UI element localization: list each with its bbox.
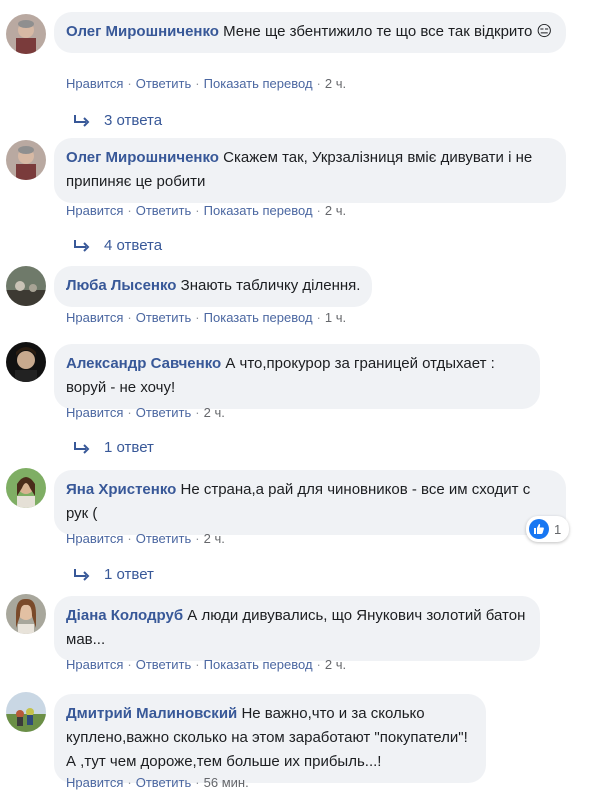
view-replies-link[interactable]: 3 ответа — [72, 112, 162, 129]
comment-timestamp[interactable]: 2 ч. — [325, 657, 346, 672]
comment-bubble: Люба Лысенко Знають табличку ділення. — [54, 266, 373, 307]
comment-text: Знають табличку ділення. — [180, 277, 361, 294]
comment-timestamp[interactable]: 2 ч. — [325, 203, 346, 218]
avatar[interactable] — [6, 468, 46, 508]
separator: · — [195, 775, 200, 790]
comment-timestamp[interactable]: 2 ч. — [204, 405, 225, 420]
like-button[interactable]: Нравится — [66, 405, 123, 420]
translate-button[interactable]: Показать перевод — [204, 203, 313, 218]
comment-actions: Нравится · Ответить · Показать перевод · 2 ч. — [66, 657, 346, 672]
separator: · — [195, 405, 200, 420]
reply-arrow-icon — [74, 239, 90, 252]
reply-button[interactable]: Ответить — [136, 405, 192, 420]
reply-button[interactable]: Ответить — [136, 531, 192, 546]
comment-timestamp[interactable]: 1 ч. — [325, 310, 346, 325]
separator: · — [127, 531, 132, 546]
separator: · — [316, 657, 321, 672]
reply-arrow-icon — [74, 441, 90, 454]
comment-timestamp[interactable]: 56 мин. — [204, 775, 249, 790]
reply-button[interactable]: Ответить — [136, 775, 192, 790]
comment-actions: Нравится · Ответить · 56 мин. — [66, 775, 249, 790]
like-button[interactable]: Нравится — [66, 775, 123, 790]
comment-timestamp[interactable]: 2 ч. — [204, 531, 225, 546]
view-replies-link[interactable]: 4 ответа — [72, 237, 162, 254]
avatar[interactable] — [6, 342, 46, 382]
comment-bubble: Дмитрий Малиновский Не важно,что и за ск… — [54, 694, 486, 783]
reaction-count: 1 — [554, 521, 562, 537]
comment-text: Мене ще збентижило те що все так відкрит… — [223, 23, 553, 40]
comment-author[interactable]: Олег Мирошниченко — [66, 23, 219, 40]
reaction-summary[interactable]: 1 — [526, 516, 570, 542]
replies-count[interactable]: 1 ответ — [104, 566, 154, 583]
replies-count[interactable]: 1 ответ — [104, 439, 154, 456]
separator: · — [195, 203, 200, 218]
comment-author[interactable]: Олег Мирошниченко — [66, 149, 219, 166]
comment-actions: Нравится · Ответить · Показать перевод · 1 ч. — [66, 310, 346, 325]
separator: · — [316, 203, 321, 218]
separator: · — [195, 531, 200, 546]
separator: · — [195, 310, 200, 325]
separator: · — [316, 76, 321, 91]
like-button[interactable]: Нравится — [66, 76, 123, 91]
reply-button[interactable]: Ответить — [136, 310, 192, 325]
translate-button[interactable]: Показать перевод — [204, 657, 313, 672]
replies-count[interactable]: 3 ответа — [104, 112, 162, 129]
avatar[interactable] — [6, 140, 46, 180]
comment-bubble: Олег Мирошниченко Мене ще збентижило те … — [54, 12, 566, 53]
view-replies-link[interactable]: 1 ответ — [72, 566, 154, 583]
separator: · — [195, 657, 200, 672]
reply-button[interactable]: Ответить — [136, 203, 192, 218]
like-button[interactable]: Нравится — [66, 657, 123, 672]
comment-actions: Нравится · Ответить · Показать перевод · 2 ч. — [66, 76, 346, 91]
separator: · — [316, 310, 321, 325]
comment-author[interactable]: Александр Савченко — [66, 355, 221, 372]
comment-author[interactable]: Діана Колодруб — [66, 607, 183, 624]
comment-bubble: Александр Савченко А что,прокурор за гра… — [54, 344, 540, 409]
reply-button[interactable]: Ответить — [136, 657, 192, 672]
avatar[interactable] — [6, 266, 46, 306]
translate-button[interactable]: Показать перевод — [204, 310, 313, 325]
separator: · — [195, 76, 200, 91]
comment-bubble: Діана Колодруб А люди дивувались, що Яну… — [54, 596, 540, 661]
separator: · — [127, 405, 132, 420]
comment-author[interactable]: Люба Лысенко — [66, 277, 176, 294]
comment-actions: Нравится · Ответить · Показать перевод · 2 ч. — [66, 203, 346, 218]
comment-actions: Нравится · Ответить · 2 ч. — [66, 405, 225, 420]
comment-author[interactable]: Яна Христенко — [66, 481, 176, 498]
translate-button[interactable]: Показать перевод — [204, 76, 313, 91]
separator: · — [127, 657, 132, 672]
reply-arrow-icon — [74, 114, 90, 127]
comment-bubble: Олег Мирошниченко Скажем так, Укрзалізни… — [54, 138, 566, 203]
comment-timestamp[interactable]: 2 ч. — [325, 76, 346, 91]
like-button[interactable]: Нравится — [66, 203, 123, 218]
replies-count[interactable]: 4 ответа — [104, 237, 162, 254]
separator: · — [127, 775, 132, 790]
view-replies-link[interactable]: 1 ответ — [72, 439, 154, 456]
separator: · — [127, 76, 132, 91]
like-reaction-icon — [529, 519, 549, 539]
avatar[interactable] — [6, 692, 46, 732]
like-button[interactable]: Нравится — [66, 310, 123, 325]
separator: · — [127, 203, 132, 218]
like-button[interactable]: Нравится — [66, 531, 123, 546]
separator: · — [127, 310, 132, 325]
reply-button[interactable]: Ответить — [136, 76, 192, 91]
comment-bubble: Яна Христенко Не страна,а рай для чиновн… — [54, 470, 566, 535]
comment-author[interactable]: Дмитрий Малиновский — [66, 705, 237, 722]
avatar[interactable] — [6, 594, 46, 634]
comment-actions: Нравится · Ответить · 2 ч. — [66, 531, 225, 546]
avatar[interactable] — [6, 14, 46, 54]
reply-arrow-icon — [74, 568, 90, 581]
